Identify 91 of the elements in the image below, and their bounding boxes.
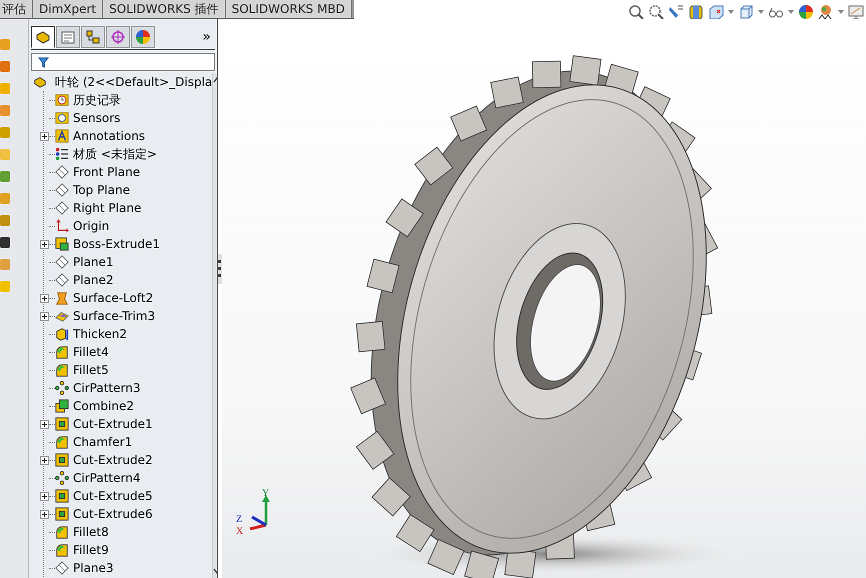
- part-icon: [33, 75, 47, 89]
- tree-item[interactable]: Cut-Extrude5: [73, 488, 153, 504]
- panel-tab[interactable]: [81, 26, 105, 48]
- expand-icon[interactable]: [40, 456, 48, 464]
- zoom-area-icon[interactable]: [648, 4, 664, 20]
- tree-item[interactable]: Surface-Trim3: [73, 308, 156, 324]
- origin-icon: [55, 219, 69, 233]
- fillet-icon: [55, 525, 69, 539]
- axis-triad-icon: [249, 494, 271, 530]
- x-axis-label: X: [236, 527, 244, 537]
- appearance-sphere-icon[interactable]: [798, 4, 814, 20]
- fillet-icon: [55, 435, 69, 449]
- tree-item[interactable]: Plane3: [73, 560, 114, 576]
- command-tab[interactable]: SOLIDWORKS 插件: [103, 0, 226, 18]
- dropdown-caret-icon: [728, 10, 734, 14]
- tree-item[interactable]: Front Plane: [73, 164, 140, 180]
- dropdown-caret-icon: [758, 10, 764, 14]
- tree-item[interactable]: Cut-Extrude1: [73, 416, 153, 432]
- y-axis-label: Y: [262, 489, 270, 499]
- tree-item[interactable]: Cut-Extrude2: [73, 452, 153, 468]
- previous-view-icon[interactable]: [668, 4, 684, 20]
- tree-item[interactable]: 材质 <未指定>: [73, 146, 157, 162]
- dropdown-caret-icon: [788, 10, 794, 14]
- display-style-icon[interactable]: [738, 4, 754, 20]
- cut-icon: [55, 417, 69, 431]
- tree-item[interactable]: Cut-Extrude6: [73, 506, 153, 522]
- expand-icon[interactable]: [40, 240, 48, 248]
- fillet-icon: [55, 543, 69, 557]
- pattern-icon: [55, 381, 69, 395]
- sensors-icon: [55, 111, 69, 125]
- expand-icon[interactable]: [40, 312, 48, 320]
- more-tabs-chevron[interactable]: »: [202, 29, 215, 45]
- thicken-icon: [55, 327, 69, 341]
- view-orientation-icon[interactable]: [708, 4, 724, 20]
- annotations-icon: [55, 129, 69, 143]
- cut-icon: [55, 507, 69, 521]
- command-tab[interactable]: 评估: [0, 0, 33, 18]
- display-tab-icon: [135, 29, 151, 45]
- tree-item[interactable]: 历史记录: [73, 92, 121, 108]
- z-axis-label: Z: [236, 515, 242, 525]
- command-tab[interactable]: DimXpert: [33, 0, 104, 18]
- config-tab-icon: [85, 29, 101, 45]
- tree-item[interactable]: Plane2: [73, 272, 114, 288]
- tree-item[interactable]: 叶轮 (2<<Default>_Displa: [55, 74, 212, 90]
- expand-icon[interactable]: [40, 132, 48, 140]
- zoom-fit-icon[interactable]: [628, 4, 644, 20]
- fillet-icon: [55, 345, 69, 359]
- tree-item[interactable]: Top Plane: [73, 182, 130, 198]
- material-icon: [55, 147, 69, 161]
- expand-icon[interactable]: [40, 492, 48, 500]
- history-icon: [55, 93, 69, 107]
- tree-item[interactable]: Fillet5: [73, 362, 109, 378]
- cut-icon: [55, 489, 69, 503]
- tree-item[interactable]: Sensors: [73, 110, 120, 126]
- fillet-icon: [55, 363, 69, 377]
- tree-item[interactable]: Boss-Extrude1: [73, 236, 160, 252]
- tree-item[interactable]: Fillet4: [73, 344, 109, 360]
- tree-item[interactable]: Origin: [73, 218, 110, 234]
- tree-item[interactable]: Fillet8: [73, 524, 109, 540]
- tree-item[interactable]: Right Plane: [73, 200, 142, 216]
- boss-icon: [55, 237, 69, 251]
- tool-icon[interactable]: [0, 237, 10, 248]
- expand-icon[interactable]: [40, 420, 48, 428]
- cut-icon: [55, 453, 69, 467]
- tree-item[interactable]: Fillet9: [73, 542, 109, 558]
- filter-field[interactable]: [31, 53, 215, 71]
- tree-item[interactable]: Annotations: [73, 128, 146, 144]
- trim-icon: [55, 309, 69, 323]
- collapse-handle[interactable]: [218, 254, 222, 284]
- loft-icon: [55, 291, 69, 305]
- monitor-icon[interactable]: [848, 4, 864, 20]
- dropdown-caret-icon: [838, 10, 844, 14]
- tree-item[interactable]: CirPattern3: [73, 380, 140, 396]
- expand-icon[interactable]: [40, 294, 48, 302]
- pattern-icon: [55, 471, 69, 485]
- panel-tab[interactable]: [31, 26, 55, 48]
- command-tab[interactable]: SOLIDWORKS MBD: [226, 0, 352, 18]
- expand-icon[interactable]: [40, 510, 48, 518]
- combine-icon: [55, 399, 69, 413]
- property-tab-icon: [60, 29, 76, 45]
- panel-tab[interactable]: [56, 26, 80, 48]
- dimxpert-tab-icon: [110, 29, 126, 45]
- tree-item[interactable]: CirPattern4: [73, 470, 140, 486]
- tree-item[interactable]: Thicken2: [73, 326, 128, 342]
- tree-item[interactable]: Surface-Loft2: [73, 290, 154, 306]
- tree-item[interactable]: Combine2: [73, 398, 134, 414]
- tree-item[interactable]: Chamfer1: [73, 434, 132, 450]
- section-view-icon[interactable]: [688, 4, 704, 20]
- filter-icon[interactable]: [38, 56, 49, 68]
- feature-tree-tab-icon: [35, 29, 51, 45]
- tree-item[interactable]: Plane1: [73, 254, 114, 270]
